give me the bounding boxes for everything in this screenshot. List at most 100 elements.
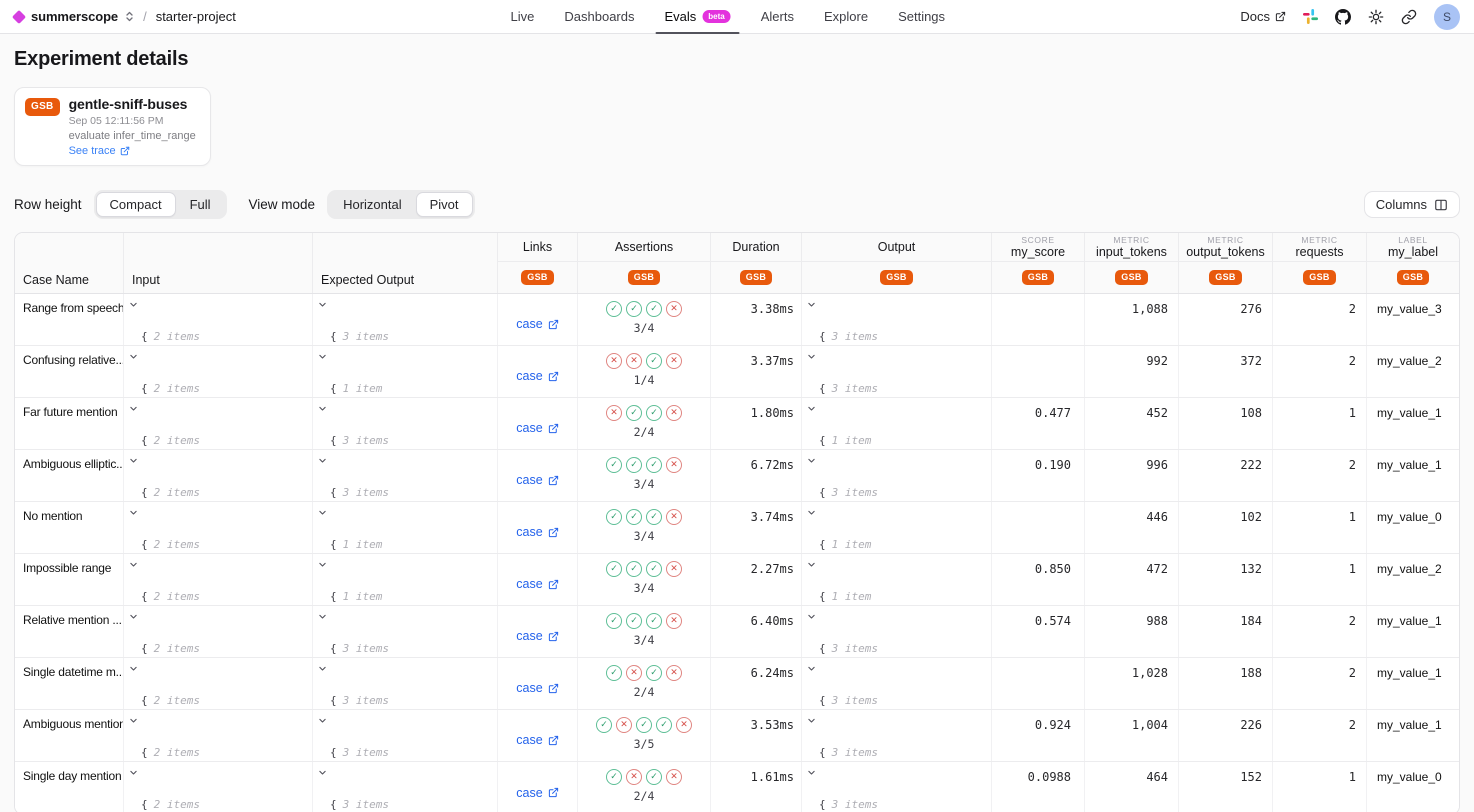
- chevron-down-icon[interactable]: [807, 664, 819, 709]
- chevron-down-icon[interactable]: [129, 716, 141, 761]
- chevron-down-icon[interactable]: [129, 612, 141, 657]
- column-header-input-tokens[interactable]: METRICinput_tokens GSB: [1085, 233, 1179, 293]
- column-header-assertions[interactable]: Assertions GSB: [578, 233, 711, 293]
- case-link[interactable]: case: [516, 615, 558, 657]
- chevron-down-icon[interactable]: [318, 300, 330, 345]
- score-cell: 0.477: [992, 398, 1085, 449]
- chevron-down-icon[interactable]: [807, 612, 819, 657]
- assertion-icons: ✓✓✓✕: [606, 301, 682, 317]
- chevron-down-icon[interactable]: [318, 352, 330, 397]
- tab-dashboards[interactable]: Dashboards: [551, 0, 647, 33]
- column-header-case-name[interactable]: Case Name: [15, 233, 124, 293]
- chevron-down-icon[interactable]: [807, 716, 819, 761]
- org-switcher[interactable]: summerscope: [31, 9, 118, 24]
- table-row[interactable]: Ambiguous mention {2 items "prompt": "Ch…: [15, 710, 1459, 762]
- table-row[interactable]: Ambiguous elliptic... {2 items "prompt":…: [15, 450, 1459, 502]
- case-link[interactable]: case: [516, 667, 558, 709]
- nav-actions: Docs S: [1240, 4, 1460, 30]
- chevron-down-icon[interactable]: [129, 560, 141, 605]
- copy-link-button[interactable]: [1401, 9, 1417, 25]
- assertions-cell: ✓✓✓✕ 3/4: [578, 450, 711, 501]
- tab-evals[interactable]: Evals beta: [652, 0, 744, 33]
- case-link[interactable]: case: [516, 459, 558, 501]
- case-link[interactable]: case: [516, 355, 558, 397]
- tab-settings[interactable]: Settings: [885, 0, 958, 33]
- user-avatar[interactable]: S: [1434, 4, 1460, 30]
- chevron-down-icon[interactable]: [807, 300, 819, 345]
- chevron-down-icon[interactable]: [807, 404, 819, 449]
- chevron-down-icon[interactable]: [318, 456, 330, 501]
- column-header-my-score[interactable]: SCOREmy_score GSB: [992, 233, 1085, 293]
- slack-button[interactable]: [1303, 9, 1318, 24]
- output-cell: {1 item "error_message": "January 3050 i…: [802, 398, 992, 449]
- table-row[interactable]: Confusing relative... {2 items "prompt":…: [15, 346, 1459, 398]
- chevron-down-icon[interactable]: [129, 300, 141, 345]
- docs-link[interactable]: Docs: [1240, 9, 1286, 24]
- chevron-down-icon[interactable]: [318, 716, 330, 761]
- column-header-links[interactable]: Links GSB: [498, 233, 578, 293]
- tab-live[interactable]: Live: [498, 0, 548, 33]
- column-header-requests[interactable]: METRICrequests GSB: [1273, 233, 1367, 293]
- table-row[interactable]: No mention {2 items "prompt": "Show me s…: [15, 502, 1459, 554]
- chevron-down-icon[interactable]: [807, 508, 819, 553]
- chevron-down-icon[interactable]: [807, 560, 819, 605]
- assertion-pass-icon: ✓: [636, 717, 652, 733]
- case-link[interactable]: case: [516, 511, 558, 553]
- case-link[interactable]: case: [516, 563, 558, 605]
- chevron-down-icon[interactable]: [318, 560, 330, 605]
- case-link[interactable]: case: [516, 407, 558, 449]
- tab-explore[interactable]: Explore: [811, 0, 881, 33]
- case-link[interactable]: case: [516, 771, 558, 812]
- links-cell: case: [498, 294, 578, 345]
- project-name[interactable]: starter-project: [156, 9, 236, 24]
- github-button[interactable]: [1335, 9, 1351, 25]
- expected-output-cell: {1 item "error_message": "Conflict: time…: [313, 554, 498, 605]
- external-link-icon: [548, 787, 559, 798]
- table-row[interactable]: Single day mention {2 items "prompt": "I…: [15, 762, 1459, 812]
- see-trace-link[interactable]: See trace: [69, 145, 196, 157]
- table-row[interactable]: Range from speech {2 items "prompt": "I …: [15, 294, 1459, 346]
- output-cell: {1 item "error_message": "The request \"…: [802, 502, 992, 553]
- view-mode-pivot[interactable]: Pivot: [416, 192, 473, 217]
- chevron-down-icon[interactable]: [129, 404, 141, 449]
- column-header-input[interactable]: Input: [124, 233, 313, 293]
- chevron-down-icon[interactable]: [129, 508, 141, 553]
- experiment-card[interactable]: GSB gentle-sniff-buses Sep 05 12:11:56 P…: [14, 87, 211, 166]
- output-tokens-cell: 152: [1179, 762, 1273, 812]
- chevron-down-icon[interactable]: [318, 508, 330, 553]
- duration-cell: 3.38ms: [711, 294, 802, 345]
- chevron-down-icon[interactable]: [807, 352, 819, 397]
- row-height-compact[interactable]: Compact: [96, 192, 176, 217]
- tab-alerts[interactable]: Alerts: [748, 0, 807, 33]
- column-header-expected-output[interactable]: Expected Output: [313, 233, 498, 293]
- chevron-down-icon[interactable]: [129, 456, 141, 501]
- input-tokens-cell: 464: [1085, 762, 1179, 812]
- table-row[interactable]: Impossible range {2 items "prompt": "Che…: [15, 554, 1459, 606]
- row-height-full[interactable]: Full: [176, 192, 225, 217]
- chevron-down-icon[interactable]: [807, 768, 819, 812]
- chevron-down-icon[interactable]: [129, 664, 141, 709]
- view-mode-horizontal[interactable]: Horizontal: [329, 192, 416, 217]
- org-selector-icon[interactable]: [125, 11, 134, 22]
- column-header-duration[interactable]: Duration GSB: [711, 233, 802, 293]
- column-header-output[interactable]: Output GSB: [802, 233, 992, 293]
- chevron-down-icon[interactable]: [318, 404, 330, 449]
- breadcrumb-separator: /: [143, 9, 147, 24]
- theme-toggle-button[interactable]: [1368, 9, 1384, 25]
- table-row[interactable]: Relative mention ... {2 items "prompt": …: [15, 606, 1459, 658]
- columns-button[interactable]: Columns: [1364, 191, 1460, 218]
- table-row[interactable]: Single datetime m... {2 items "prompt": …: [15, 658, 1459, 710]
- assertion-fail-icon: ✕: [666, 301, 682, 317]
- case-name: Far future mention: [15, 398, 124, 449]
- chevron-down-icon[interactable]: [807, 456, 819, 501]
- case-link[interactable]: case: [516, 719, 558, 761]
- chevron-down-icon[interactable]: [318, 768, 330, 812]
- chevron-down-icon[interactable]: [129, 768, 141, 812]
- chevron-down-icon[interactable]: [129, 352, 141, 397]
- table-row[interactable]: Far future mention {2 items "prompt": "C…: [15, 398, 1459, 450]
- column-header-my-label[interactable]: LABELmy_label GSB: [1367, 233, 1459, 293]
- chevron-down-icon[interactable]: [318, 664, 330, 709]
- chevron-down-icon[interactable]: [318, 612, 330, 657]
- column-header-output-tokens[interactable]: METRICoutput_tokens GSB: [1179, 233, 1273, 293]
- case-link[interactable]: case: [516, 303, 558, 345]
